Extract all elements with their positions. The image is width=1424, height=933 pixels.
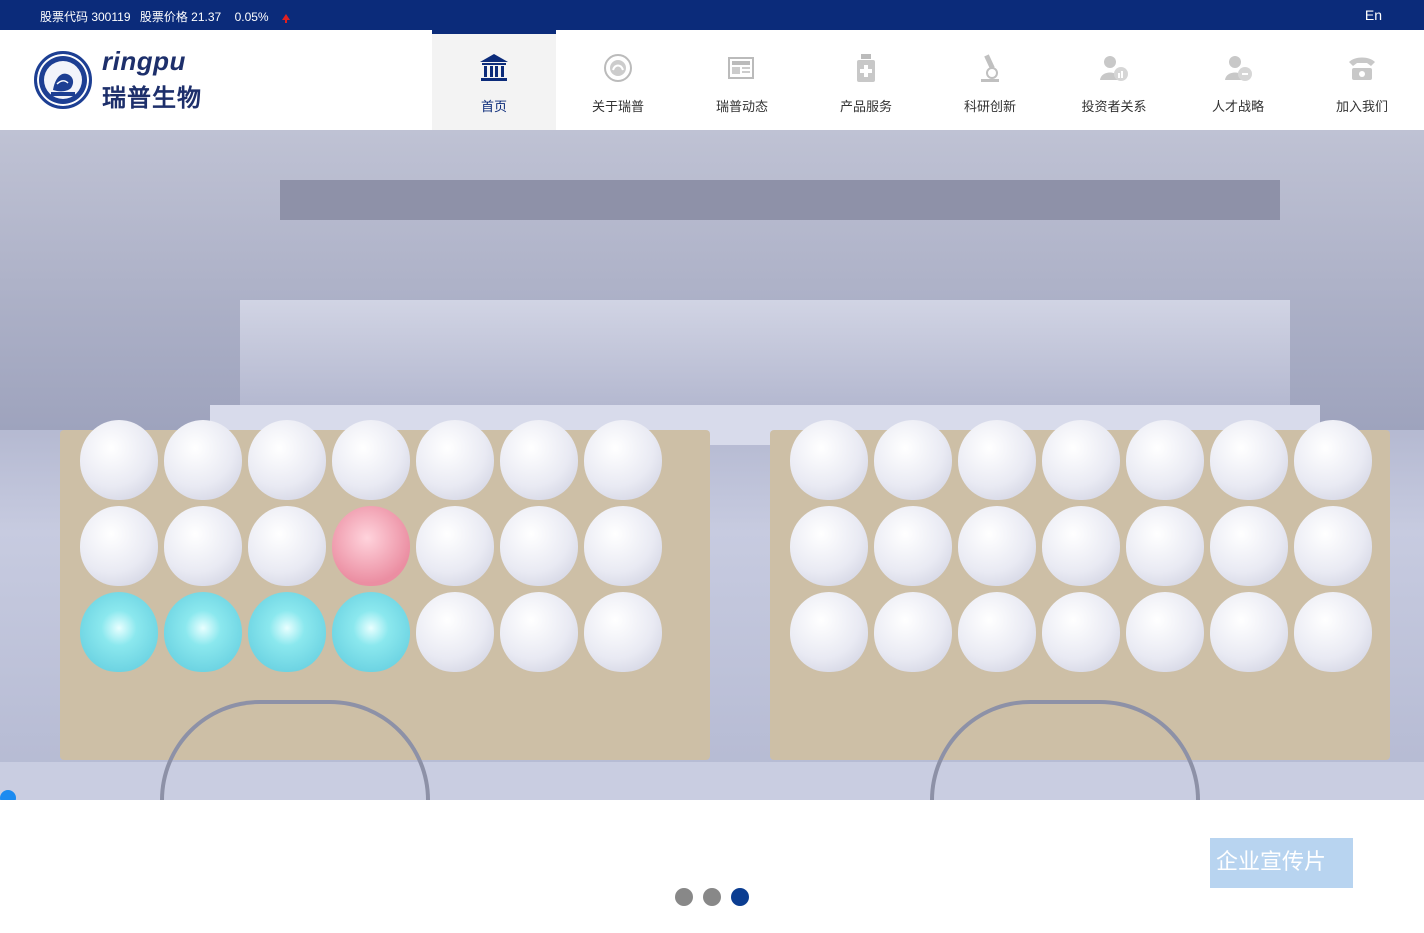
nav-label: 产品服务 xyxy=(839,99,892,114)
nav-item-about[interactable]: 关于瑞普 xyxy=(556,30,680,130)
stock-change: 0.05% xyxy=(234,10,269,24)
emblem-icon xyxy=(603,52,633,84)
nav-item-join[interactable]: 加入我们 xyxy=(1300,30,1424,130)
nav-label: 投资者关系 xyxy=(1081,99,1147,114)
nav-item-talent[interactable]: 人才战略 xyxy=(1176,30,1300,130)
nav-label: 关于瑞普 xyxy=(591,99,644,114)
egg-grid-right xyxy=(790,420,1372,672)
nav-item-home[interactable]: 首页 xyxy=(432,30,556,130)
stock-bar: 股票代码 300119 股票价格 21.37 0.05% En xyxy=(0,0,1424,30)
microscope-icon xyxy=(975,52,1005,84)
nav-label: 瑞普动态 xyxy=(715,99,768,114)
nav-label: 首页 xyxy=(480,99,507,114)
carousel-dot-2[interactable] xyxy=(703,888,721,906)
hero-video-banner[interactable] xyxy=(0,130,1424,800)
arrow-up-icon xyxy=(281,14,290,23)
bank-icon xyxy=(479,52,509,84)
language-switch-link[interactable]: En xyxy=(1365,7,1382,23)
brand-name-cn: 瑞普生物 xyxy=(102,85,202,112)
nav-label: 加入我们 xyxy=(1335,99,1388,114)
carousel-dot-3[interactable] xyxy=(731,888,749,906)
stock-price: 股票价格 21.37 xyxy=(139,10,222,24)
investor-icon xyxy=(1099,52,1129,84)
news-icon xyxy=(727,52,757,84)
nav-label: 人才战略 xyxy=(1211,99,1264,114)
nav-label: 科研创新 xyxy=(963,99,1016,114)
site-header: ringpu 瑞普生物 首页 关于瑞普 瑞普动态 产品服务 科研创新 投资者关系… xyxy=(0,30,1424,130)
nav-item-products[interactable]: 产品服务 xyxy=(804,30,928,130)
brand-name: ringpu xyxy=(102,46,186,76)
carousel-dot-1[interactable] xyxy=(675,888,693,906)
telephone-icon xyxy=(1347,52,1377,84)
stock-code: 股票代码 300119 xyxy=(40,10,131,24)
logo-emblem-icon xyxy=(34,51,92,109)
carousel-pagination xyxy=(675,888,749,906)
medicine-bottle-icon xyxy=(851,52,881,84)
main-nav: 首页 关于瑞普 瑞普动态 产品服务 科研创新 投资者关系 人才战略 加入我们 xyxy=(432,30,1424,130)
nav-item-research[interactable]: 科研创新 xyxy=(928,30,1052,130)
stock-info: 股票代码 300119 股票价格 21.37 0.05% xyxy=(40,8,296,25)
nav-item-news[interactable]: 瑞普动态 xyxy=(680,30,804,130)
recruit-icon xyxy=(1223,52,1253,84)
egg-grid-left xyxy=(80,420,662,672)
video-progress-handle[interactable] xyxy=(0,790,16,800)
logo[interactable]: ringpu 瑞普生物 xyxy=(34,46,224,112)
corporate-video-button[interactable]: 企业宣传片 xyxy=(1210,838,1353,888)
nav-item-investors[interactable]: 投资者关系 xyxy=(1052,30,1176,130)
